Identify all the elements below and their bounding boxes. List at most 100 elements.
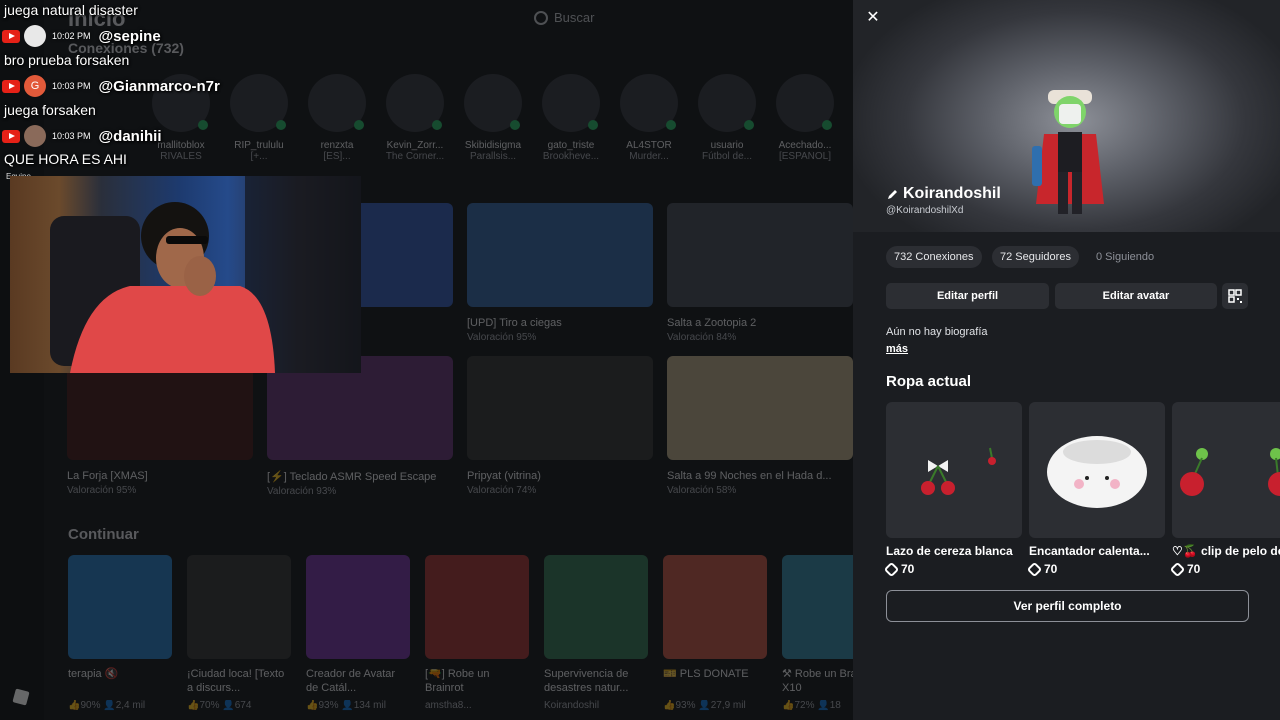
item-price: 70	[1026, 561, 1165, 577]
friend-name: AL4STOR	[626, 140, 672, 151]
close-icon[interactable]: ✕	[865, 10, 881, 26]
friend-name: Skibidisigma	[464, 140, 522, 151]
game-title: ¡Ciudad loca! [Texto a discurs...	[187, 668, 285, 694]
game-stats: 👍93% 👤134 mil	[306, 700, 386, 711]
game-rating: Valoración 95%	[467, 332, 537, 343]
chat-message: juega natural disaster	[4, 2, 138, 18]
profile-bio: Aún no hay biografía	[886, 326, 988, 338]
game-stats: 👍72% 👤18	[782, 700, 841, 711]
game-tile[interactable]: [⚡] Teclado ASMR Speed Escape Valoración …	[267, 356, 453, 497]
continue-game-tile[interactable]: ⚒ Robe un Brainrot X10 👍72% 👤18	[782, 555, 853, 711]
friend-item[interactable]: gato_triste Brookheve...	[534, 74, 608, 162]
online-dot	[198, 120, 208, 130]
webcam-illustration	[50, 176, 361, 373]
item-price-value: 70	[901, 562, 915, 576]
qr-code-button[interactable]	[1222, 283, 1248, 309]
robux-icon	[1169, 561, 1186, 577]
followers-count-chip[interactable]: 72 Seguidores	[992, 246, 1079, 268]
continue-section-title[interactable]: Continuar	[68, 526, 139, 543]
game-thumbnail	[187, 555, 291, 659]
online-dot	[276, 120, 286, 130]
game-tile[interactable]: Salta a 99 Noches en el Hada d... Valorac…	[667, 356, 853, 496]
chat-avatar: G	[24, 75, 46, 97]
friend-status: [ESPAÑOL]	[778, 151, 832, 162]
game-thumbnail	[467, 356, 653, 460]
item-name: Encantador calenta...	[1029, 544, 1150, 558]
game-title: terapia 🔇	[68, 668, 119, 680]
item-name: Lazo de cereza blanca	[886, 544, 1013, 558]
edit-profile-button[interactable]: Editar perfil	[886, 283, 1049, 309]
item-price-value: 70	[1044, 562, 1058, 576]
game-title: ⚒ Robe un Brainrot X10	[782, 668, 853, 694]
friend-status: [ES]...	[323, 151, 351, 162]
friend-status: RIVALES	[160, 151, 202, 162]
friend-item[interactable]: renzxta [ES]...	[300, 74, 374, 162]
chat-message: QUE HORA ES AHI	[4, 151, 127, 167]
online-dot	[354, 120, 364, 130]
game-tile[interactable]: La Forja [XMAS] Valoración 95%	[67, 356, 253, 496]
avatar-accessory	[1032, 146, 1042, 186]
game-thumbnail	[667, 203, 853, 307]
game-tile[interactable]: [UPD] Tiro a ciegas Valoración 95%	[467, 203, 653, 343]
game-title: Supervivencia de desastres natur...	[544, 668, 629, 694]
screen: Inicio Conexiones (732) Buscar mallitobl…	[0, 0, 1280, 720]
online-dot	[588, 120, 598, 130]
friend-status: Murder...	[629, 151, 669, 162]
chat-username: @Gianmarco-n7r	[98, 77, 220, 95]
friend-item[interactable]: AL4STOR Murder...	[612, 74, 686, 162]
game-tile[interactable]: Salta a Zootopia 2 Valoración 84%	[667, 203, 853, 343]
item-thumbnail	[886, 402, 1022, 538]
game-thumbnail	[68, 555, 172, 659]
chat-username: @danihii	[98, 127, 162, 145]
friend-avatar	[230, 74, 288, 132]
glasses	[166, 236, 208, 244]
youtube-icon	[2, 29, 20, 43]
game-title: Salta a 99 Noches en el Hada d...	[667, 470, 832, 482]
more-link[interactable]: más	[886, 343, 908, 355]
game-rating: Valoración 84%	[667, 332, 737, 343]
friend-name: RIP_trululu	[234, 140, 284, 151]
profile-username: @KoirandoshilXd	[886, 205, 964, 216]
view-full-profile-button[interactable]: Ver perfil completo	[886, 590, 1249, 622]
game-tile[interactable]: Pripyat (vitrina) Valoración 74%	[467, 356, 653, 496]
game-thumbnail	[663, 555, 767, 659]
friend-item[interactable]: RIP_trululu [+...	[222, 74, 296, 162]
continue-game-tile[interactable]: 🎫 PLS DONATE 👍93% 👤27,9 mil	[663, 555, 767, 711]
friend-status: The Corner...	[385, 151, 445, 162]
friend-item[interactable]: usuario Fútbol de...	[690, 74, 764, 162]
robux-icon	[883, 561, 900, 577]
search-placeholder: Buscar	[554, 10, 595, 25]
youtube-icon	[2, 79, 20, 93]
qr-icon	[1228, 289, 1242, 303]
robux-icon	[1026, 561, 1043, 577]
game-rating: Valoración 58%	[667, 485, 737, 496]
outfit-item[interactable]: ♡🍒 clip de pelo de cereza 70	[1169, 402, 1280, 577]
game-title: 🎫 PLS DONATE	[663, 668, 749, 680]
continue-game-tile[interactable]: Creador de Avatar de Catál... 👍93% 👤134 m…	[306, 555, 410, 711]
continue-game-tile[interactable]: Supervivencia de desastres natur... Koira…	[544, 555, 648, 711]
game-rating: Valoración 74%	[467, 485, 537, 496]
outfit-item[interactable]: Encantador calenta... 70	[1026, 402, 1165, 577]
continue-game-tile[interactable]: terapia 🔇 👍90% 👤2,4 mil	[68, 555, 172, 711]
game-thumbnail	[667, 356, 853, 460]
game-title: [🔫] Robe un Brainrot	[425, 668, 490, 694]
roblox-logo-icon[interactable]	[12, 688, 30, 706]
friend-name: gato_triste	[547, 140, 595, 151]
friend-item[interactable]: Skibidisigma Parallsis...	[456, 74, 530, 162]
edit-avatar-button[interactable]: Editar avatar	[1055, 283, 1217, 309]
chat-avatar	[24, 25, 46, 47]
following-count-chip[interactable]: 0 Siguiendo	[1088, 246, 1162, 268]
game-thumbnail	[306, 555, 410, 659]
friend-item[interactable]: Acechado... [ESPAÑOL]	[768, 74, 842, 162]
connections-count-chip[interactable]: 732 Conexiones	[886, 246, 982, 268]
friend-item[interactable]: Kevin_Zorr... The Corner...	[378, 74, 452, 162]
outfit-item[interactable]: Lazo de cereza blanca 70	[883, 402, 1022, 577]
continue-game-tile[interactable]: ¡Ciudad loca! [Texto a discurs... 👍70% 👤6…	[187, 555, 291, 711]
chat-message: bro prueba forsaken	[4, 52, 130, 68]
continue-game-tile[interactable]: [🔫] Robe un Brainrot amstha8...	[425, 555, 529, 711]
item-thumbnail	[1172, 402, 1280, 538]
friend-status: Brookheve...	[542, 151, 600, 162]
game-title: [⚡] Teclado ASMR Speed Escape	[267, 471, 437, 483]
search-bar[interactable]: Buscar	[534, 10, 594, 25]
pencil-icon[interactable]	[887, 188, 899, 200]
